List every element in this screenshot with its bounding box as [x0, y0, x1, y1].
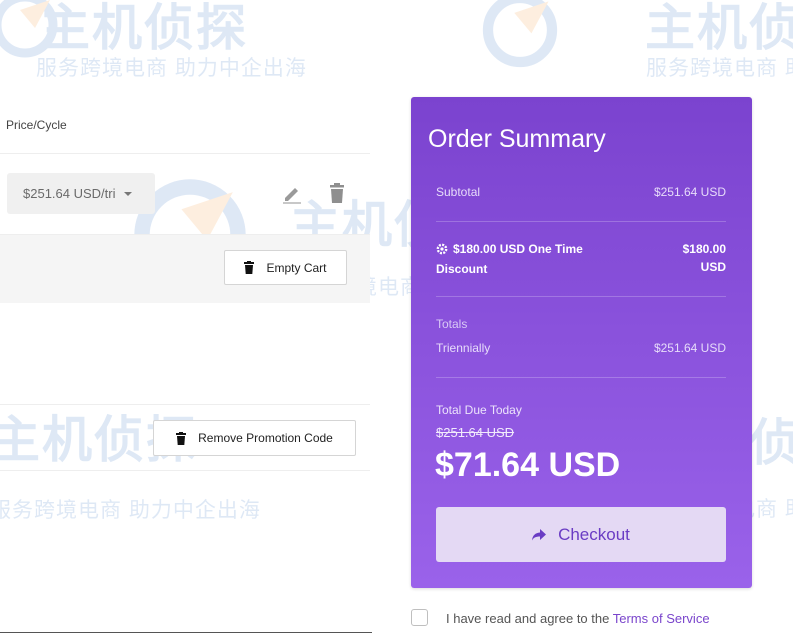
- trash-icon: [244, 261, 255, 274]
- order-summary-card: Order Summary Subtotal $251.64 USD $180.…: [411, 97, 752, 588]
- subtotal-value: $251.64 USD: [653, 185, 726, 199]
- checkout-button[interactable]: Checkout: [436, 507, 726, 562]
- divider: [436, 296, 726, 297]
- total-price: $71.64 USD: [435, 446, 621, 484]
- price-cycle-header: Price/Cycle: [6, 118, 67, 132]
- share-arrow-icon: [532, 528, 547, 540]
- empty-cart-label: Empty Cart: [266, 260, 327, 275]
- discount-value: $180.00 USD: [683, 240, 726, 278]
- subtotal-row: Subtotal $251.64 USD: [436, 185, 726, 199]
- remove-promo-label: Remove Promotion Code: [198, 431, 333, 445]
- watermark-brand: 主机侦探: [645, 0, 793, 56]
- terms-of-service-link[interactable]: Terms of Service: [613, 611, 710, 626]
- billing-cycle-select[interactable]: $251.64 USD/tri: [7, 173, 155, 214]
- empty-cart-button[interactable]: Empty Cart: [224, 250, 347, 285]
- divider: [0, 404, 370, 405]
- subtotal-label: Subtotal: [436, 185, 481, 199]
- divider: [0, 632, 372, 633]
- watermark-tagline: 服务跨境电商 助力中企出海: [36, 57, 307, 80]
- discount-label-line1: $180.00 USD One Time: [453, 242, 583, 256]
- total-due-label: Total Due Today: [436, 403, 522, 417]
- gear-icon: [436, 242, 448, 260]
- checkout-label: Checkout: [558, 524, 630, 544]
- divider: [436, 221, 726, 222]
- watermark-logo-icon: [482, 0, 558, 68]
- terms-prefix: I have read and agree to the: [446, 611, 610, 626]
- terms-checkbox[interactable]: [411, 609, 428, 626]
- discount-row: $180.00 USD One Time Discount $180.00 US…: [436, 240, 726, 278]
- discount-value-line1: $180.00: [682, 242, 726, 256]
- watermark-tagline: 服务跨境电商 助力中企出海: [646, 57, 793, 80]
- cycle-label: Triennially: [436, 341, 491, 355]
- discount-label: $180.00 USD One Time Discount: [436, 240, 606, 278]
- pencil-icon[interactable]: [281, 183, 303, 210]
- remove-promo-button[interactable]: Remove Promotion Code: [153, 420, 356, 456]
- discount-value-line2: USD: [700, 260, 726, 274]
- divider: [0, 470, 370, 471]
- trash-icon: [176, 431, 187, 445]
- watermark-brand: 主机侦探: [40, 0, 248, 56]
- trash-icon[interactable]: [328, 182, 346, 209]
- discount-label-line2: Discount: [436, 262, 488, 276]
- divider: [436, 377, 726, 378]
- totals-label: Totals: [436, 317, 468, 331]
- watermark-tagline: 服务跨境电商 助力中企出海: [0, 499, 261, 522]
- original-price: $251.64 USD: [436, 425, 515, 440]
- caret-down-icon: [123, 191, 132, 196]
- checkout-page: 主机侦探 服务跨境电商 助力中企出海 主机侦探 服务跨境电商 助力中企出海 主机…: [0, 0, 793, 635]
- cycle-row: Triennially $251.64 USD: [436, 341, 726, 355]
- watermark-logo-icon: [0, 0, 58, 58]
- watermark: 主机侦探 服务跨境电商 助力中企出海: [0, 0, 330, 90]
- billing-cycle-value: $251.64 USD/tri: [23, 186, 116, 201]
- divider: [0, 153, 370, 154]
- terms-text: I have read and agree to the Terms of Se…: [446, 611, 710, 626]
- watermark: 主机侦探 服务跨境电商 助力中企出海: [480, 0, 793, 90]
- order-summary-title: Order Summary: [428, 125, 606, 153]
- cycle-value: $251.64 USD: [653, 341, 726, 355]
